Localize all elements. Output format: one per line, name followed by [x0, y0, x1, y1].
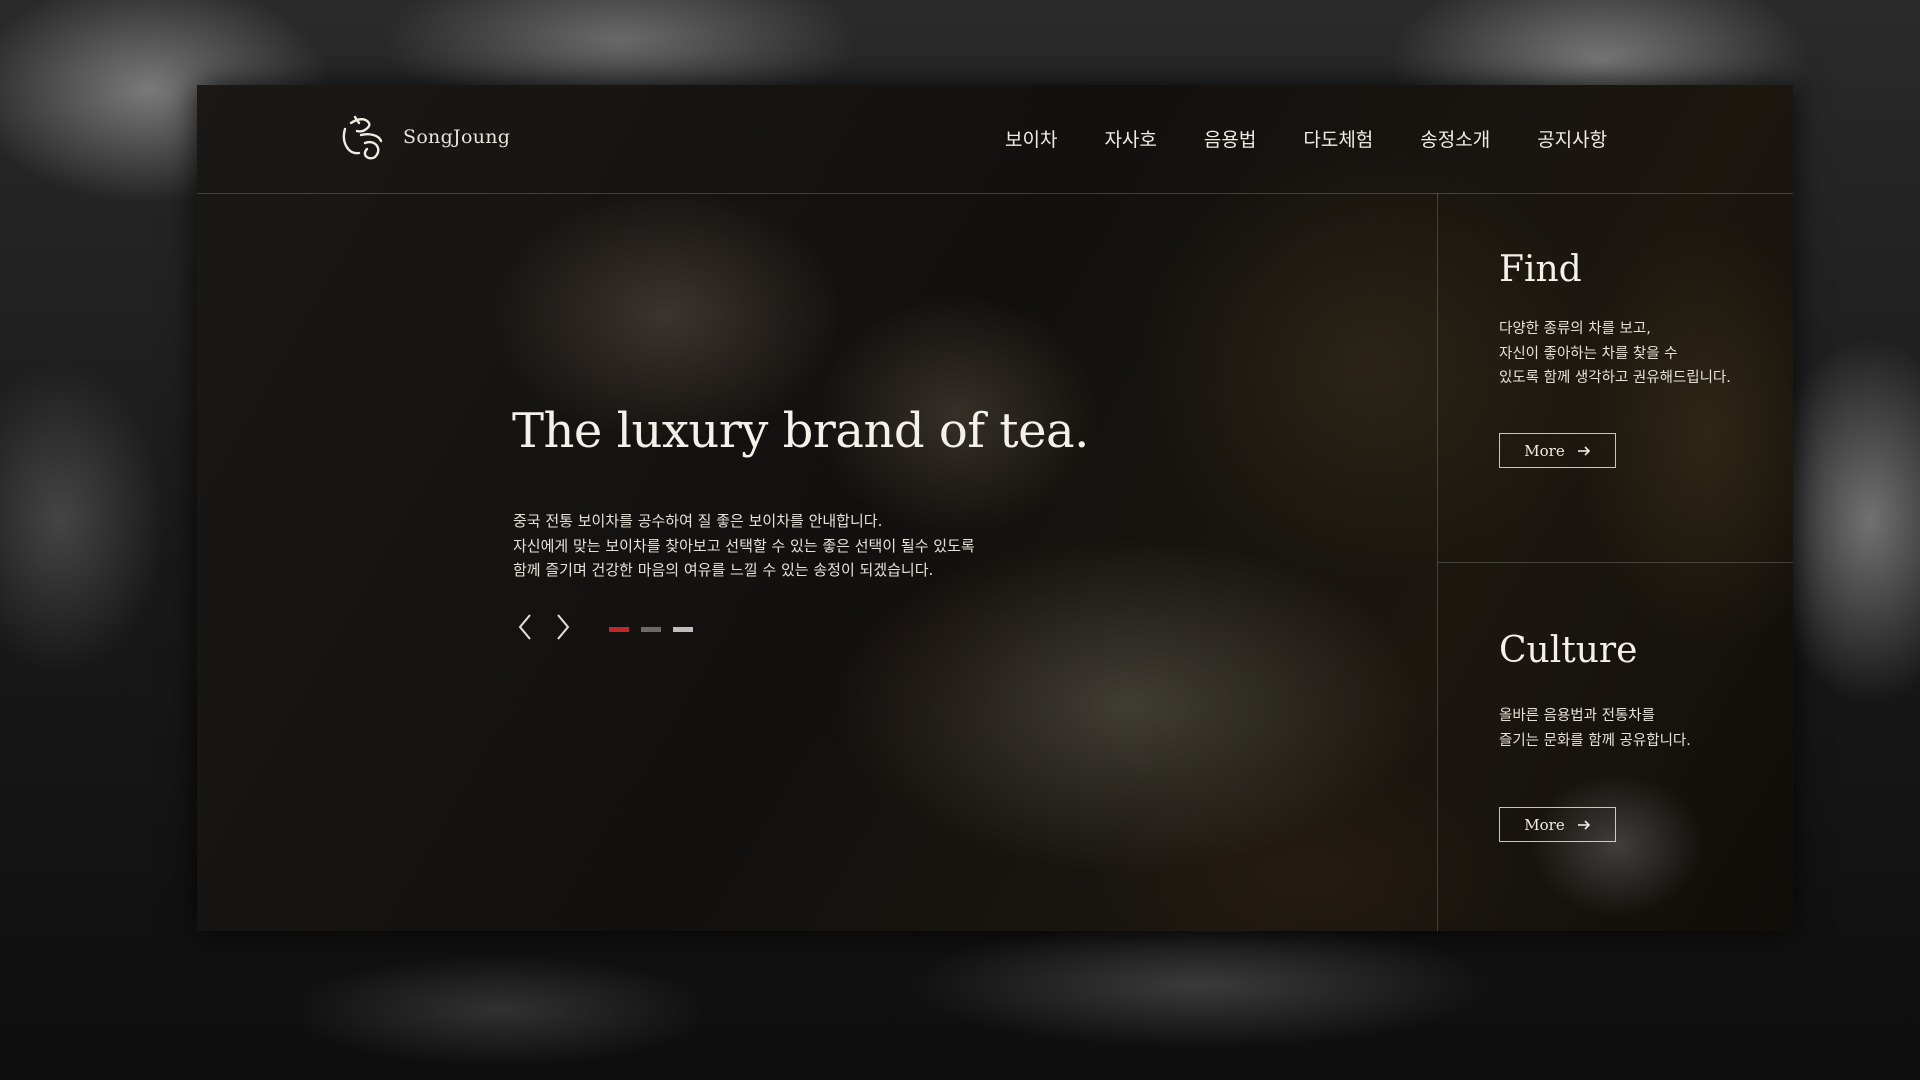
find-description-line: 있도록 함께 생각하고 권유해드립니다. — [1499, 370, 1731, 386]
chevron-left-icon — [518, 614, 531, 640]
side-panel: Find 다양한 종류의 차를 보고, 자신이 좋아하는 차를 찾을 수 있도록… — [1437, 193, 1793, 931]
find-section: Find 다양한 종류의 차를 보고, 자신이 좋아하는 차를 찾을 수 있도록… — [1438, 193, 1793, 563]
find-more-label: More — [1524, 441, 1565, 460]
logo[interactable]: SongJoung — [335, 107, 510, 167]
nav-item-eumyongbeop[interactable]: 음용법 — [1204, 125, 1256, 152]
find-description-line: 다양한 종류의 차를 보고, — [1499, 321, 1651, 337]
culture-description-line: 즐기는 문화를 함께 공유합니다. — [1499, 732, 1691, 749]
site-header: SongJoung 보이차 자사호 음용법 다도체험 송정소개 공지사항 — [197, 85, 1793, 194]
arrow-right-icon — [1577, 445, 1591, 456]
slider-pagination — [609, 626, 705, 632]
brand-name: SongJoung — [403, 126, 511, 148]
find-more-button[interactable]: More — [1499, 433, 1616, 468]
hero-description: 중국 전통 보이차를 공수하여 질 좋은 보이차를 안내합니다. 자신에게 맞는… — [513, 509, 975, 583]
songjoung-logo-icon — [342, 115, 383, 160]
culture-description-line: 올바른 음용법과 전통차를 — [1499, 708, 1655, 724]
arrow-right-icon — [1577, 819, 1591, 830]
culture-section: Culture 올바른 음용법과 전통차를 즐기는 문화를 함께 공유합니다. … — [1438, 563, 1793, 931]
nav-item-notice[interactable]: 공지사항 — [1537, 125, 1607, 152]
slide-dot-1[interactable] — [609, 626, 629, 632]
nav-item-boicha[interactable]: 보이차 — [1005, 125, 1057, 152]
hero-description-line: 중국 전통 보이차를 공수하여 질 좋은 보이차를 안내합니다. — [513, 512, 883, 530]
nav-item-about[interactable]: 송정소개 — [1420, 125, 1490, 152]
slider-next-button[interactable] — [551, 611, 575, 643]
nav-item-jasaho[interactable]: 자사호 — [1104, 125, 1156, 152]
slider-prev-button[interactable] — [513, 611, 537, 643]
hero-description-line: 자신에게 맞는 보이차를 찾아보고 선택할 수 있는 좋은 선택이 될수 있도록 — [513, 536, 975, 555]
hero-slider-controls — [513, 611, 705, 643]
hero-description-line: 함께 즐기며 건강한 마음의 여유를 느낄 수 있는 송정이 되겠습니다. — [513, 561, 934, 579]
culture-description: 올바른 음용법과 전통차를 즐기는 문화를 함께 공유합니다. — [1499, 704, 1691, 753]
main-nav: 보이차 자사호 음용법 다도체험 송정소개 공지사항 — [1005, 125, 1607, 152]
find-description: 다양한 종류의 차를 보고, 자신이 좋아하는 차를 찾을 수 있도록 함께 생… — [1499, 317, 1731, 391]
find-title: Find — [1499, 249, 1582, 290]
slide-dot-3[interactable] — [673, 626, 693, 632]
hero-title: The luxury brand of tea. — [512, 403, 1089, 459]
culture-more-button[interactable]: More — [1499, 807, 1616, 842]
website-preview: SongJoung 보이차 자사호 음용법 다도체험 송정소개 공지사항 The… — [197, 85, 1793, 931]
nav-item-dado-experience[interactable]: 다도체험 — [1303, 125, 1373, 152]
slide-dot-2[interactable] — [641, 626, 661, 632]
culture-more-label: More — [1524, 815, 1565, 834]
chevron-right-icon — [557, 614, 570, 640]
find-description-line: 자신이 좋아하는 차를 찾을 수 — [1499, 345, 1678, 362]
culture-title: Culture — [1499, 630, 1638, 671]
